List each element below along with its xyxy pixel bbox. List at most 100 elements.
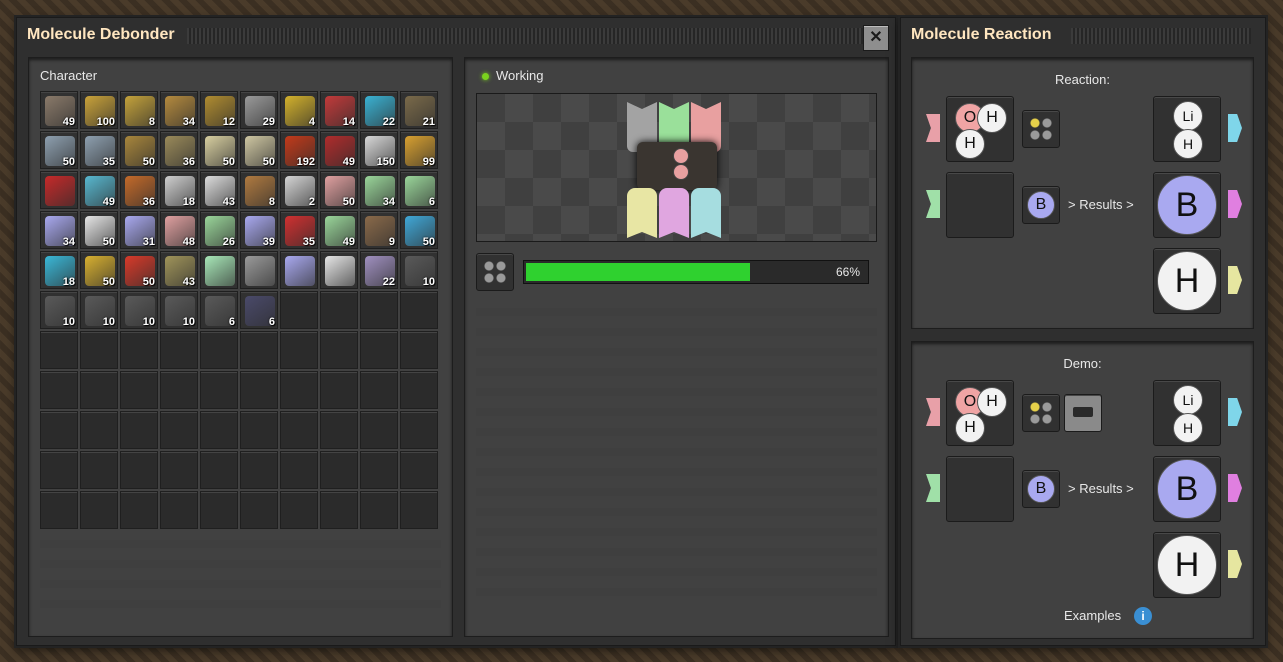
inventory-slot[interactable]	[200, 491, 238, 529]
inventory-slot[interactable]	[40, 411, 78, 449]
inventory-slot[interactable]: 12	[200, 91, 238, 129]
inventory-slot[interactable]	[280, 291, 318, 329]
inventory-slot[interactable]	[280, 251, 318, 289]
inventory-slot[interactable]: 14	[320, 91, 358, 129]
inventory-slot[interactable]	[360, 411, 398, 449]
inventory-slot[interactable]	[40, 371, 78, 409]
inventory-slot[interactable]: 18	[40, 251, 78, 289]
inventory-slot[interactable]: 50	[200, 131, 238, 169]
inventory-slot[interactable]: 150	[360, 131, 398, 169]
input-slot[interactable]	[946, 172, 1014, 238]
inventory-slot[interactable]: 49	[320, 131, 358, 169]
inventory-slot[interactable]	[80, 331, 118, 369]
inventory-slot[interactable]	[400, 331, 438, 369]
inventory-slot[interactable]: 10	[40, 291, 78, 329]
inventory-slot[interactable]: 34	[160, 91, 198, 129]
inventory-slot[interactable]: 29	[240, 91, 278, 129]
inventory-slot[interactable]: 49	[320, 211, 358, 249]
inventory-slot[interactable]: 10	[160, 291, 198, 329]
inventory-slot[interactable]	[200, 371, 238, 409]
inventory-slot[interactable]: 21	[400, 91, 438, 129]
inventory-slot[interactable]	[80, 451, 118, 489]
inventory-slot[interactable]	[200, 451, 238, 489]
product-slot[interactable]: B	[1153, 172, 1221, 238]
catalyst-slot[interactable]	[1022, 394, 1060, 432]
inventory-slot[interactable]	[400, 291, 438, 329]
inventory-slot[interactable]	[400, 371, 438, 409]
boron-slot[interactable]: B	[1022, 186, 1060, 224]
inventory-slot[interactable]	[280, 331, 318, 369]
reactant-slot[interactable]: OHH	[946, 380, 1014, 446]
inventory-slot[interactable]	[400, 411, 438, 449]
inventory-slot[interactable]: 50	[80, 211, 118, 249]
inventory-slot[interactable]: 50	[80, 251, 118, 289]
inventory-slot[interactable]	[320, 331, 358, 369]
inventory-slot[interactable]	[280, 491, 318, 529]
inventory-slot[interactable]: 50	[400, 211, 438, 249]
inventory-slot[interactable]	[120, 331, 158, 369]
close-button[interactable]: ✕	[863, 25, 889, 51]
inventory-slot[interactable]: 49	[80, 171, 118, 209]
inventory-slot[interactable]: 99	[400, 131, 438, 169]
inventory-slot[interactable]: 50	[120, 131, 158, 169]
info-icon[interactable]: i	[1134, 607, 1152, 625]
inventory-slot[interactable]: 35	[80, 131, 118, 169]
inventory-slot[interactable]	[360, 371, 398, 409]
inventory-slot[interactable]: 48	[160, 211, 198, 249]
machine-slot[interactable]	[1064, 394, 1102, 432]
inventory-slot[interactable]	[40, 171, 78, 209]
reaction-titlebar[interactable]: Molecule Reaction	[901, 18, 1265, 54]
inventory-slot[interactable]	[80, 491, 118, 529]
inventory-slot[interactable]	[240, 371, 278, 409]
inventory-slot[interactable]	[320, 251, 358, 289]
inventory-slot[interactable]	[200, 251, 238, 289]
inventory-slot[interactable]	[400, 491, 438, 529]
inventory-slot[interactable]: 50	[40, 131, 78, 169]
inventory-slot[interactable]: 100	[80, 91, 118, 129]
inventory-slot[interactable]	[40, 451, 78, 489]
inventory-slot[interactable]	[240, 491, 278, 529]
inventory-slot[interactable]	[360, 451, 398, 489]
inventory-slot[interactable]: 18	[160, 171, 198, 209]
inventory-slot[interactable]: 8	[240, 171, 278, 209]
inventory-slot[interactable]	[40, 491, 78, 529]
inventory-slot[interactable]: 39	[240, 211, 278, 249]
catalyst-slot[interactable]	[1022, 110, 1060, 148]
inventory-slot[interactable]	[360, 491, 398, 529]
inventory-slot[interactable]: 49	[40, 91, 78, 129]
inventory-slot[interactable]	[120, 411, 158, 449]
inventory-slot[interactable]	[240, 331, 278, 369]
inventory-slot[interactable]: 26	[200, 211, 238, 249]
inventory-slot[interactable]: 6	[200, 291, 238, 329]
inventory-slot[interactable]	[40, 331, 78, 369]
inventory-slot[interactable]: 6	[400, 171, 438, 209]
boron-slot[interactable]: B	[1022, 470, 1060, 508]
inventory-slot[interactable]	[200, 331, 238, 369]
inventory-slot[interactable]: 9	[360, 211, 398, 249]
inventory-slot[interactable]	[360, 331, 398, 369]
inventory-slot[interactable]	[280, 411, 318, 449]
product-slot[interactable]: Li H	[1153, 96, 1221, 162]
inventory-slot[interactable]: 22	[360, 91, 398, 129]
inventory-slot[interactable]	[280, 371, 318, 409]
inventory-slot[interactable]	[400, 451, 438, 489]
inventory-slot[interactable]	[240, 251, 278, 289]
inventory-slot[interactable]	[160, 371, 198, 409]
input-slot[interactable]	[946, 456, 1014, 522]
inventory-slot[interactable]	[80, 371, 118, 409]
debonder-titlebar[interactable]: Molecule Debonder ✕	[17, 18, 895, 54]
inventory-slot[interactable]	[240, 411, 278, 449]
inventory-slot[interactable]: 50	[240, 131, 278, 169]
inventory-slot[interactable]	[320, 411, 358, 449]
product-slot[interactable]: Li H	[1153, 380, 1221, 446]
inventory-slot[interactable]: 43	[200, 171, 238, 209]
inventory-slot[interactable]	[80, 411, 118, 449]
reactant-slot[interactable]: OHH	[946, 96, 1014, 162]
inventory-slot[interactable]: 22	[360, 251, 398, 289]
inventory-slot[interactable]	[280, 451, 318, 489]
inventory-slot[interactable]	[160, 491, 198, 529]
inventory-slot[interactable]	[160, 451, 198, 489]
inventory-slot[interactable]	[120, 491, 158, 529]
inventory-slot[interactable]	[200, 411, 238, 449]
inventory-slot[interactable]: 10	[80, 291, 118, 329]
